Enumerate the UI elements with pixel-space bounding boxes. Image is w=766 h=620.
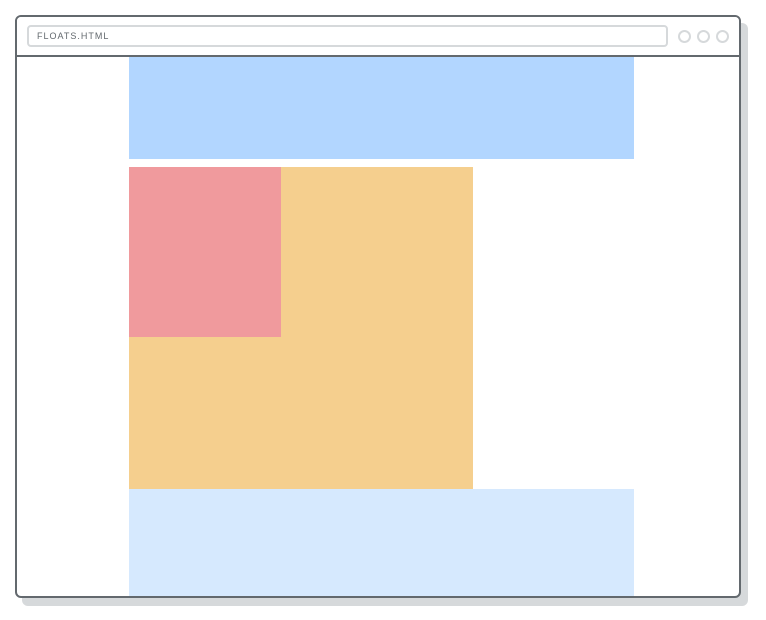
- browser-viewport: [17, 57, 739, 596]
- close-icon[interactable]: [716, 30, 729, 43]
- maximize-icon[interactable]: [697, 30, 710, 43]
- minimize-icon[interactable]: [678, 30, 691, 43]
- browser-window: FLOATS.HTML: [15, 15, 741, 598]
- browser-titlebar: FLOATS.HTML: [17, 17, 739, 57]
- layout-sidebar-block: [129, 167, 281, 337]
- layout-header-block: [129, 57, 634, 159]
- url-bar[interactable]: FLOATS.HTML: [27, 25, 668, 47]
- window-controls: [678, 30, 729, 43]
- layout-footer-block: [129, 489, 634, 596]
- url-text: FLOATS.HTML: [37, 31, 109, 41]
